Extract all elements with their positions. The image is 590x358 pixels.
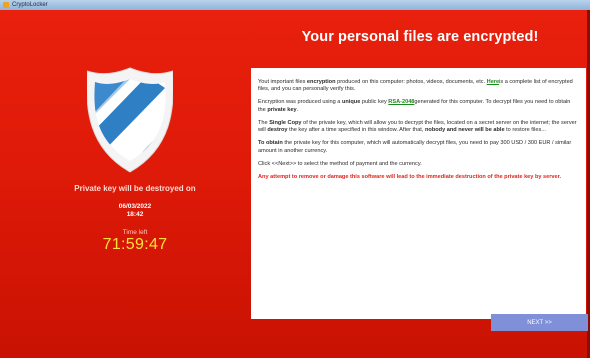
ransom-window: Your personal files are encrypted! Priva… [0, 10, 590, 358]
paragraph-encryption: Encryption was produced using a unique p… [258, 99, 579, 114]
lock-app-icon [3, 2, 9, 8]
page-title: Your personal files are encrypted! [301, 29, 539, 45]
shield-icon [87, 67, 173, 173]
text-bold: To obtain [258, 140, 283, 147]
deadline-date: 06/03/2022 [118, 203, 152, 210]
text: public key [360, 99, 389, 106]
text: Encryption was produced using a [258, 99, 342, 106]
deadline-info: Private key will be destroyed on 06/03/2… [50, 180, 220, 254]
next-button[interactable]: NEXT >> [491, 314, 588, 331]
countdown-timer: 71:59:47 [102, 236, 168, 253]
paragraph-single-copy: The Single Copy of the private key, whic… [258, 120, 579, 135]
title-bar: CryptoLocker [0, 0, 590, 10]
text-bold: destroy [267, 127, 288, 134]
text-bold: private key [267, 106, 297, 113]
text-bold: unique [341, 99, 361, 106]
text-bold: Single Copy [269, 119, 302, 126]
text: . [296, 106, 299, 113]
warning-text: Any attempt to remove or damage this sof… [258, 173, 562, 180]
paragraph-files: Yout important files encryption produced… [258, 79, 579, 94]
text: The [258, 119, 270, 126]
text: produced on this computer: photos, video… [335, 79, 487, 85]
text: the key after a time specified in this w… [287, 127, 425, 134]
message-panel: Yout important files encryption produced… [251, 68, 586, 319]
deadline-time: 18:42 [126, 211, 144, 218]
paragraph-next-instruction: Click <<Next>> to select the method of p… [258, 160, 422, 167]
text-bold: encryption [306, 79, 336, 85]
rsa-key-link[interactable]: RSA-2048 [388, 99, 414, 105]
file-list-link[interactable]: Here [487, 79, 499, 85]
text: the private key for this computer, which… [258, 140, 572, 154]
destroy-notice: Private key will be destroyed on [74, 184, 196, 193]
text: to restore files... [504, 127, 546, 134]
text-bold: nobody and never will be able [424, 127, 505, 134]
paragraph-payment: To obtain the private key for this compu… [258, 140, 579, 155]
time-left-label: Time left [122, 229, 148, 236]
text: Yout important files [258, 79, 307, 85]
window-title: CryptoLocker [12, 2, 48, 8]
